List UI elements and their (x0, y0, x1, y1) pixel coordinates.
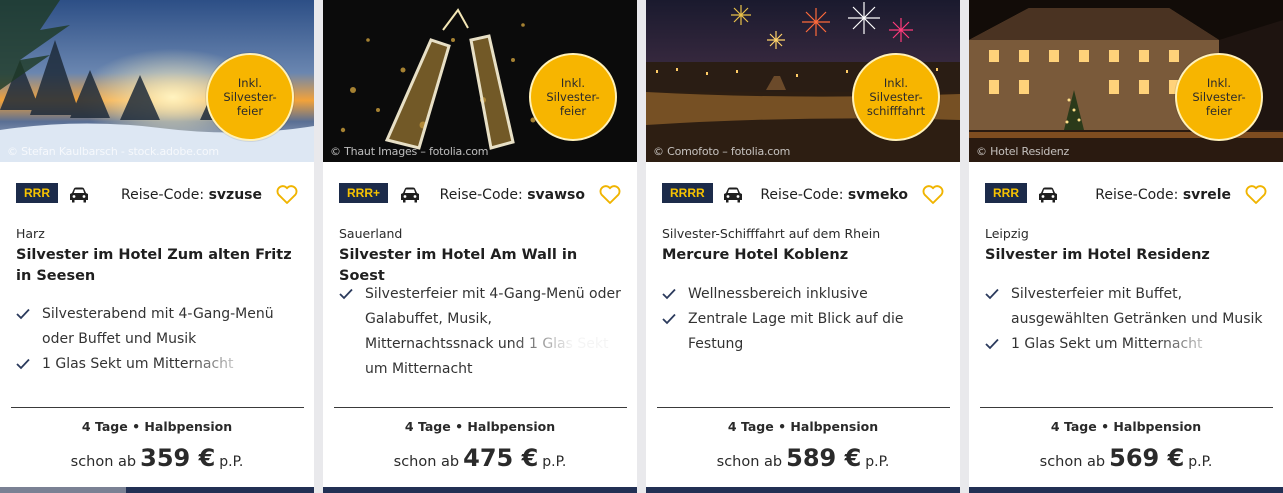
offer-price[interactable]: schon ab 475 € p.P. (323, 444, 637, 472)
card-footer-bar[interactable] (969, 487, 1283, 493)
inclusive-badge: Inkl. Silvester- feier (529, 53, 617, 141)
offer-meta: RRR Reise-Code: svrele (985, 183, 1267, 209)
offer-title[interactable]: Silvester im Hotel Zum alten Fritz in Se… (16, 245, 296, 287)
offer-region: Leipzig (985, 226, 1029, 241)
rating-badge: RRR (16, 183, 58, 203)
car-icon (70, 187, 88, 203)
feature-item: Wellnessbereich inklusive (662, 282, 946, 307)
photo-credit: © Comofoto – fotolia.com (653, 145, 791, 158)
offer-card-list: © Stefan Kaulbarsch - stock.adobe.com In… (0, 0, 1283, 493)
inclusive-badge: Inkl. Silvester- feier (206, 53, 294, 141)
feature-item: 1 Glas Sekt um Mitternacht (985, 332, 1269, 357)
offer-photo-winter-forest[interactable]: © Stefan Kaulbarsch - stock.adobe.com In… (0, 0, 314, 162)
offer-card[interactable]: © Comofoto – fotolia.com Inkl. Silvester… (646, 0, 960, 493)
card-footer-bar[interactable] (646, 487, 960, 493)
travel-code: Reise-Code: svawso (439, 187, 585, 203)
offer-duration: 4 Tage • Halbpension (404, 419, 556, 434)
feature-item: Silvesterfeier mit 4-Gang-Menü oder Gala… (339, 282, 623, 382)
favorite-heart-icon[interactable] (922, 185, 944, 205)
divider (11, 407, 304, 408)
price-amount: 569 € (1109, 444, 1185, 472)
price-amount: 589 € (786, 444, 862, 472)
favorite-heart-icon[interactable] (276, 185, 298, 205)
travel-code: Reise-Code: svzuse (121, 187, 262, 203)
feature-item: 1 Glas Sekt um Mitternacht (16, 352, 300, 377)
offer-price[interactable]: schon ab 569 € p.P. (969, 444, 1283, 472)
offer-title[interactable]: Mercure Hotel Koblenz (662, 245, 942, 266)
offer-title[interactable]: Silvester im Hotel Residenz (985, 245, 1265, 266)
travel-code: Reise-Code: svmeko (760, 187, 908, 203)
feature-list: Wellnessbereich inklusive Zentrale Lage … (662, 282, 946, 357)
offer-photo-hotel-residenz[interactable]: © Hotel Residenz Inkl. Silvester- feier (969, 0, 1283, 162)
photo-credit: © Stefan Kaulbarsch - stock.adobe.com (7, 145, 219, 158)
offer-photo-koblenz-fireworks[interactable]: © Comofoto – fotolia.com Inkl. Silvester… (646, 0, 960, 162)
offer-card[interactable]: © Hotel Residenz Inkl. Silvester- feier … (969, 0, 1283, 493)
feature-item: Zentrale Lage mit Blick auf die Festung (662, 307, 946, 357)
check-icon (985, 338, 999, 350)
car-icon (724, 187, 742, 203)
feature-list: Silvesterfeier mit 4-Gang-Menü oder Gala… (339, 282, 623, 382)
car-icon (1039, 187, 1057, 203)
favorite-heart-icon[interactable] (599, 185, 621, 205)
offer-region: Harz (16, 226, 45, 241)
card-footer-bar[interactable] (323, 487, 637, 493)
offer-meta: RRRR Reise-Code: svmeko (662, 183, 944, 209)
offer-meta: RRR+ Reise-Code: svawso (339, 183, 621, 209)
price-amount: 475 € (463, 444, 539, 472)
divider (657, 407, 950, 408)
check-icon (985, 288, 999, 300)
offer-title[interactable]: Silvester im Hotel Am Wall in Soest (339, 245, 619, 287)
travel-code: Reise-Code: svrele (1095, 187, 1231, 203)
offer-duration: 4 Tage • Halbpension (727, 419, 879, 434)
favorite-heart-icon[interactable] (1245, 185, 1267, 205)
car-icon (401, 187, 419, 203)
photo-credit: © Hotel Residenz (976, 145, 1070, 158)
card-footer-bar[interactable] (0, 487, 314, 493)
inclusive-badge: Inkl. Silvester- schifffahrt (852, 53, 940, 141)
offer-photo-champagne[interactable]: © Thaut Images – fotolia.com Inkl. Silve… (323, 0, 637, 162)
feature-list: Silvesterabend mit 4-Gang-Menü oder Buff… (16, 302, 300, 382)
inclusive-badge: Inkl. Silvester- feier (1175, 53, 1263, 141)
divider (334, 407, 627, 408)
rating-badge: RRRR (662, 183, 713, 203)
offer-duration: 4 Tage • Halbpension (1050, 419, 1202, 434)
feature-list: Silvesterfeier mit Buffet, ausgewählten … (985, 282, 1269, 360)
rating-badge: RRR (985, 183, 1027, 203)
offer-price[interactable]: schon ab 359 € p.P. (0, 444, 314, 472)
offer-duration: 4 Tage • Halbpension (81, 419, 233, 434)
photo-credit: © Thaut Images – fotolia.com (330, 145, 489, 158)
check-icon (339, 288, 353, 300)
offer-price[interactable]: schon ab 589 € p.P. (646, 444, 960, 472)
check-icon (16, 308, 30, 320)
check-icon (16, 358, 30, 370)
price-amount: 359 € (140, 444, 216, 472)
offer-region: Silvester-Schifffahrt auf dem Rhein (662, 226, 881, 241)
offer-meta: RRR Reise-Code: svzuse (16, 183, 298, 209)
check-icon (662, 288, 676, 300)
divider (980, 407, 1273, 408)
offer-card[interactable]: © Thaut Images – fotolia.com Inkl. Silve… (323, 0, 637, 493)
offer-card[interactable]: © Stefan Kaulbarsch - stock.adobe.com In… (0, 0, 314, 493)
carousel-progress (0, 487, 126, 493)
offer-region: Sauerland (339, 226, 403, 241)
rating-badge: RRR+ (339, 183, 389, 203)
feature-item: Silvesterfeier mit Buffet, ausgewählten … (985, 282, 1269, 332)
check-icon (662, 313, 676, 325)
feature-item: Silvesterabend mit 4-Gang-Menü oder Buff… (16, 302, 300, 352)
